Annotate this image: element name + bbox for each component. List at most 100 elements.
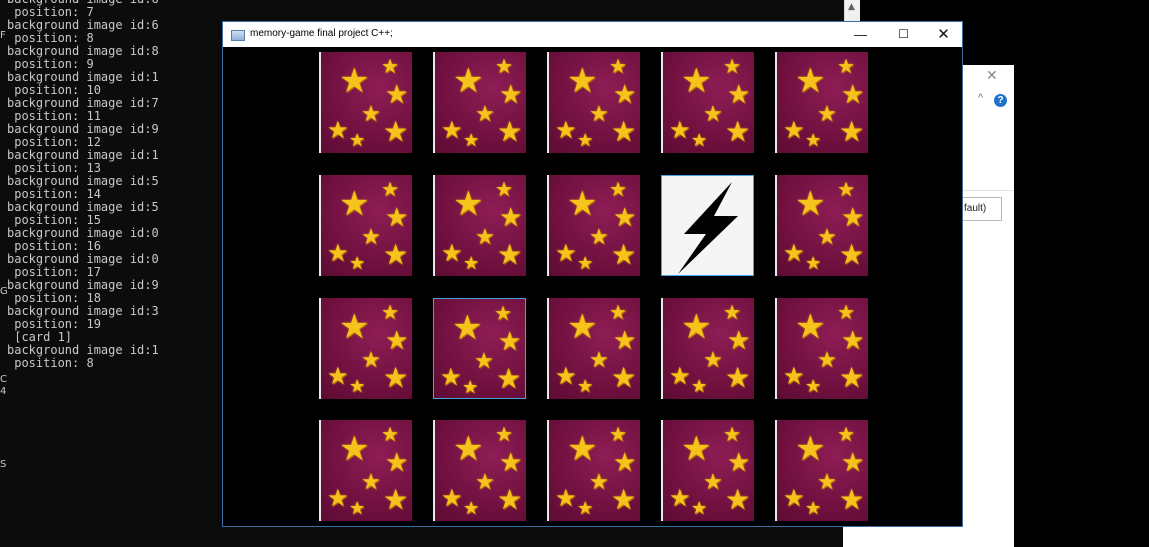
star-icon: ★ [349,130,366,151]
star-icon: ★ [681,307,712,347]
memory-card[interactable]: ★ ★ ★ ★ ★ ★ ★ [547,298,640,399]
star-icon: ★ [839,238,865,271]
star-icon: ★ [613,326,637,356]
star-icon: ★ [381,300,399,324]
star-icon: ★ [497,238,523,271]
star-icon: ★ [723,54,741,78]
background-panel [843,527,963,547]
star-icon: ★ [611,238,637,271]
star-icon: ★ [609,422,627,446]
star-icon: ★ [361,470,381,495]
star-icon: ★ [381,177,399,201]
star-icon: ★ [327,484,349,512]
memory-card-flipped[interactable] [661,175,754,276]
app-icon [231,30,245,41]
star-icon: ★ [499,448,523,478]
star-icon: ★ [494,301,512,325]
memory-card[interactable]: ★ ★ ★ ★ ★ ★ ★ [775,52,868,153]
star-icon: ★ [783,239,805,267]
star-icon: ★ [613,203,637,233]
lightning-bolt-icon [678,182,738,274]
dialog-field[interactable]: fault) [961,197,1002,221]
star-icon: ★ [339,429,370,469]
star-icon: ★ [498,327,522,357]
maximize-button[interactable]: ☐ [884,22,923,47]
star-icon: ★ [681,429,712,469]
memory-card[interactable]: ★ ★ ★ ★ ★ ★ ★ [661,298,754,399]
star-icon: ★ [609,177,627,201]
star-icon: ★ [837,300,855,324]
star-icon: ★ [441,116,463,144]
star-icon: ★ [669,116,691,144]
star-icon: ★ [499,203,523,233]
game-board: ★ ★ ★ ★ ★ ★ ★ ★ ★ ★ ★ ★ ★ ★ ★ ★ ★ ★ ★ ★ ★ ★ ★ ★ ★ ★ ★ ★ ★ ★ ★ ★ ★ ★ ★ ★ ★ ★ ★ ★… [223,47,962,526]
memory-card[interactable]: ★ ★ ★ ★ ★ ★ ★ [319,175,412,276]
star-icon: ★ [475,470,495,495]
star-icon: ★ [817,348,837,373]
minimize-button[interactable]: — [841,22,880,47]
memory-card[interactable]: ★ ★ ★ ★ ★ ★ ★ [661,52,754,153]
star-icon: ★ [462,377,479,398]
star-icon: ★ [349,498,366,519]
memory-card[interactable]: ★ ★ ★ ★ ★ ★ ★ [547,52,640,153]
divider [961,190,1014,191]
star-icon: ★ [817,225,837,250]
star-icon: ★ [496,362,522,395]
star-icon: ★ [475,225,495,250]
memory-card[interactable]: ★ ★ ★ ★ ★ ★ ★ [433,52,526,153]
star-icon: ★ [463,130,480,151]
star-icon: ★ [327,362,349,390]
star-icon: ★ [609,54,627,78]
star-icon: ★ [725,361,751,394]
star-icon: ★ [361,102,381,127]
memory-card[interactable]: ★ ★ ★ ★ ★ ★ ★ [433,420,526,521]
star-icon: ★ [567,184,598,224]
star-icon: ★ [613,80,637,110]
window-title: memory-game final project C++; [250,28,393,39]
memory-card[interactable]: ★ ★ ★ ★ ★ ★ ★ [775,420,868,521]
star-icon: ★ [703,470,723,495]
star-icon: ★ [339,184,370,224]
star-icon: ★ [349,376,366,397]
memory-card[interactable]: ★ ★ ★ ★ ★ ★ ★ [775,175,868,276]
star-icon: ★ [567,307,598,347]
help-icon[interactable]: ? [994,94,1007,107]
star-icon: ★ [361,225,381,250]
star-icon: ★ [613,448,637,478]
background-dialog: ✕ ^ ? fault) [960,65,1014,547]
star-icon: ★ [589,225,609,250]
memory-card[interactable]: ★ ★ ★ ★ ★ ★ ★ [775,298,868,399]
star-icon: ★ [577,498,594,519]
memory-card[interactable]: ★ ★ ★ ★ ★ ★ ★ [661,420,754,521]
memory-card[interactable]: ★ ★ ★ ★ ★ ★ ★ [319,298,412,399]
memory-card[interactable]: ★ ★ ★ ★ ★ ★ ★ [433,298,526,399]
star-icon: ★ [339,61,370,101]
star-icon: ★ [463,253,480,274]
collapse-caret-icon[interactable]: ^ [978,92,983,104]
star-icon: ★ [453,61,484,101]
star-icon: ★ [841,326,865,356]
star-icon: ★ [475,102,495,127]
star-icon: ★ [383,361,409,394]
star-icon: ★ [609,300,627,324]
title-bar[interactable]: memory-game final project C++; — ☐ ✕ [223,22,962,47]
memory-card[interactable]: ★ ★ ★ ★ ★ ★ ★ [547,175,640,276]
star-icon: ★ [841,203,865,233]
memory-card[interactable]: ★ ★ ★ ★ ★ ★ ★ [433,175,526,276]
star-icon: ★ [463,498,480,519]
memory-card[interactable]: ★ ★ ★ ★ ★ ★ ★ [319,52,412,153]
star-icon: ★ [839,115,865,148]
memory-card[interactable]: ★ ★ ★ ★ ★ ★ ★ [319,420,412,521]
star-icon: ★ [383,115,409,148]
star-icon: ★ [783,484,805,512]
close-button[interactable]: ✕ [924,22,963,47]
scroll-up-icon[interactable]: ▲ [848,2,855,12]
star-icon: ★ [837,177,855,201]
game-window: memory-game final project C++; — ☐ ✕ ★ ★ ★… [222,21,963,527]
memory-card[interactable]: ★ ★ ★ ★ ★ ★ ★ [547,420,640,521]
star-icon: ★ [783,362,805,390]
dialog-close-icon[interactable]: ✕ [986,67,998,84]
star-icon: ★ [839,483,865,516]
edge-letter: S [0,459,7,470]
star-icon: ★ [817,470,837,495]
